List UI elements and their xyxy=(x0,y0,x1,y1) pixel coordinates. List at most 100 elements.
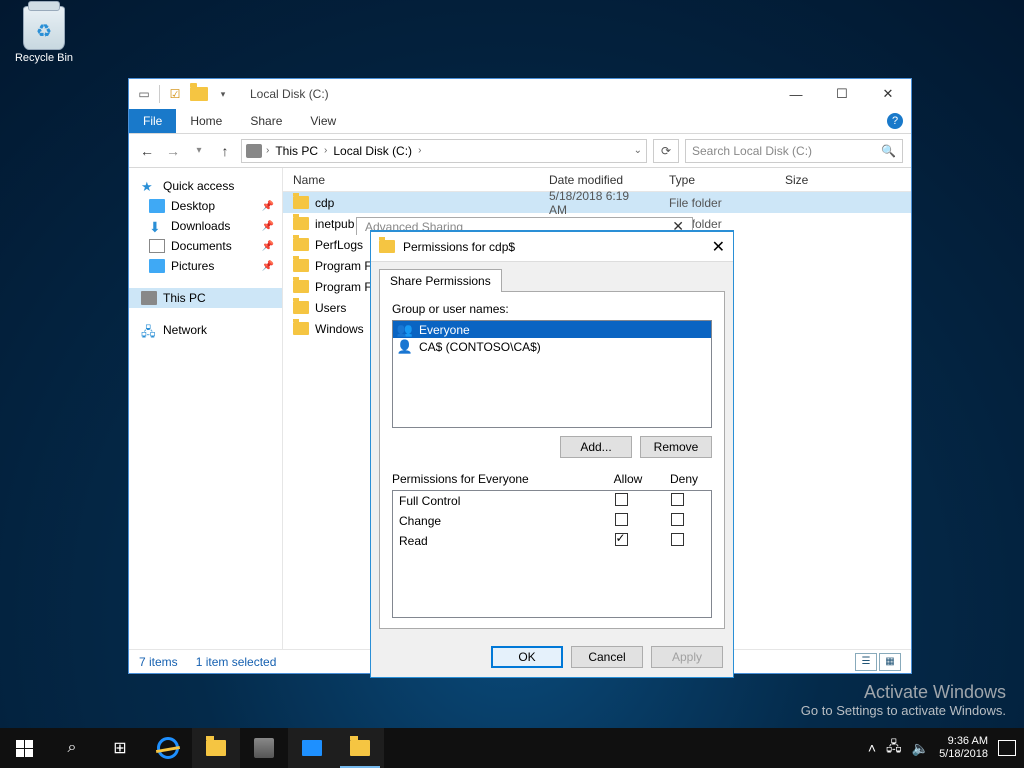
nav-back-icon[interactable]: ← xyxy=(137,143,157,159)
permission-name: Read xyxy=(399,534,593,548)
taskbar-mmc[interactable] xyxy=(288,728,336,768)
cancel-button[interactable]: Cancel xyxy=(571,646,643,668)
column-date[interactable]: Date modified xyxy=(539,173,659,187)
file-row[interactable]: cdp5/18/2018 6:19 AMFile folder xyxy=(283,192,911,213)
nav-network[interactable]: 🖧 Network xyxy=(129,320,282,340)
nav-up-icon[interactable]: ↑ xyxy=(215,143,235,159)
breadcrumb-leaf[interactable]: Local Disk (C:) xyxy=(331,144,414,158)
permissions-titlebar[interactable]: Permissions for cdp$ ✕ xyxy=(371,232,733,262)
nav-desktop[interactable]: Desktop 📌 xyxy=(129,196,282,216)
action-center-icon[interactable] xyxy=(998,740,1016,756)
user-list[interactable]: 👥Everyone👤CA$ (CONTOSO\CA$) xyxy=(392,320,712,428)
nav-documents[interactable]: Documents 📌 xyxy=(129,236,282,256)
permission-row: Full Control xyxy=(393,491,711,511)
taskbar-explorer[interactable] xyxy=(192,728,240,768)
tray-chevron-icon[interactable]: ˄ xyxy=(868,740,876,756)
apply-button[interactable]: Apply xyxy=(651,646,723,668)
add-button[interactable]: Add... xyxy=(560,436,632,458)
qat-dropdown-icon[interactable]: ▾ xyxy=(212,83,234,105)
folder-icon xyxy=(293,196,309,209)
nav-label: This PC xyxy=(163,291,206,305)
tab-share[interactable]: Share xyxy=(236,109,296,133)
address-dropdown-icon[interactable]: ⌄ xyxy=(634,145,642,156)
column-size[interactable]: Size xyxy=(775,173,911,187)
task-view-icon: ⊞ xyxy=(113,738,126,758)
permission-row: Read xyxy=(393,531,711,551)
task-view-button[interactable]: ⊞ xyxy=(96,728,144,768)
qat-properties-icon[interactable]: ☑ xyxy=(164,83,186,105)
refresh-button[interactable]: ⟳ xyxy=(653,139,679,163)
nav-this-pc[interactable]: This PC xyxy=(129,288,282,308)
activation-watermark: Activate Windows Go to Settings to activ… xyxy=(801,682,1006,718)
folder-icon xyxy=(379,240,395,253)
taskbar-ie[interactable] xyxy=(144,728,192,768)
ie-icon xyxy=(157,737,179,759)
server-icon xyxy=(254,738,274,758)
maximize-button[interactable]: ☐ xyxy=(819,79,865,109)
tray-network-icon[interactable]: 🖧 xyxy=(886,736,902,760)
deny-checkbox[interactable] xyxy=(671,513,684,526)
chevron-right-icon[interactable]: › xyxy=(324,145,327,156)
breadcrumb-root[interactable]: This PC xyxy=(273,144,320,158)
deny-checkbox[interactable] xyxy=(671,493,684,506)
group-users-label: Group or user names: xyxy=(392,302,712,316)
file-name: Users xyxy=(315,301,346,315)
pc-icon xyxy=(246,144,262,158)
allow-checkbox[interactable] xyxy=(615,513,628,526)
user-row[interactable]: 👤CA$ (CONTOSO\CA$) xyxy=(393,338,711,355)
allow-checkbox[interactable] xyxy=(615,533,628,546)
ok-button[interactable]: OK xyxy=(491,646,563,668)
user-name: Everyone xyxy=(419,323,470,337)
file-name: Windows xyxy=(315,322,364,336)
remove-button[interactable]: Remove xyxy=(640,436,712,458)
tab-share-permissions[interactable]: Share Permissions xyxy=(379,269,502,292)
nav-downloads[interactable]: ⬇ Downloads 📌 xyxy=(129,216,282,236)
close-button[interactable]: ✕ xyxy=(865,79,911,109)
nav-label: Desktop xyxy=(171,199,215,213)
chevron-right-icon[interactable]: › xyxy=(266,145,269,156)
view-details-button[interactable]: ☰ xyxy=(855,653,877,671)
search-input[interactable]: Search Local Disk (C:) 🔍 xyxy=(685,139,903,163)
nav-recent-icon[interactable]: ▾ xyxy=(189,145,209,156)
taskbar-server-manager[interactable] xyxy=(240,728,288,768)
column-name[interactable]: Name xyxy=(283,173,539,187)
explorer-titlebar[interactable]: ▭ ☑ ▾ Local Disk (C:) — ☐ ✕ xyxy=(129,79,911,109)
minimize-button[interactable]: — xyxy=(773,79,819,109)
network-icon: 🖧 xyxy=(141,323,157,337)
nav-quick-access[interactable]: ★ Quick access xyxy=(129,176,282,196)
search-icon[interactable]: 🔍 xyxy=(881,144,896,158)
taskbar-open-folder[interactable] xyxy=(336,728,384,768)
desktop-icon-recycle-bin[interactable]: ♻ Recycle Bin xyxy=(10,6,78,64)
tab-home[interactable]: Home xyxy=(176,109,236,133)
folder-icon xyxy=(293,280,309,293)
user-row[interactable]: 👥Everyone xyxy=(393,321,711,338)
permissions-for-label: Permissions for Everyone xyxy=(392,472,600,486)
taskbar-clock[interactable]: 9:36 AM 5/18/2018 xyxy=(939,735,988,761)
allow-checkbox[interactable] xyxy=(615,493,628,506)
file-name: inetpub xyxy=(315,217,354,231)
view-icons-button[interactable]: ▦ xyxy=(879,653,901,671)
deny-checkbox[interactable] xyxy=(671,533,684,546)
tray-time: 9:36 AM xyxy=(939,735,988,748)
start-button[interactable] xyxy=(0,728,48,768)
ribbon-tabs: File Home Share View ? xyxy=(129,109,911,134)
taskbar-search-button[interactable]: ⌕ xyxy=(48,728,96,768)
address-bar[interactable]: › This PC › Local Disk (C:) › ⌄ xyxy=(241,139,647,163)
tray-volume-icon[interactable]: 🔈 xyxy=(912,740,929,757)
chevron-right-icon[interactable]: › xyxy=(418,145,421,156)
tab-file[interactable]: File xyxy=(129,109,176,133)
windows-icon xyxy=(16,740,33,757)
help-icon[interactable]: ? xyxy=(887,113,903,129)
qat-folder-icon[interactable] xyxy=(188,83,210,105)
nav-label: Documents xyxy=(171,239,232,253)
pictures-icon xyxy=(149,259,165,273)
nav-pictures[interactable]: Pictures 📌 xyxy=(129,256,282,276)
nav-forward-icon[interactable]: → xyxy=(163,143,183,159)
permission-name: Full Control xyxy=(399,494,593,508)
qat-pc-icon[interactable]: ▭ xyxy=(133,83,155,105)
download-icon: ⬇ xyxy=(149,219,165,233)
column-type[interactable]: Type xyxy=(659,173,775,187)
tab-view[interactable]: View xyxy=(296,109,350,133)
permissions-title: Permissions for cdp$ xyxy=(403,240,515,254)
close-button[interactable]: ✕ xyxy=(712,237,725,257)
